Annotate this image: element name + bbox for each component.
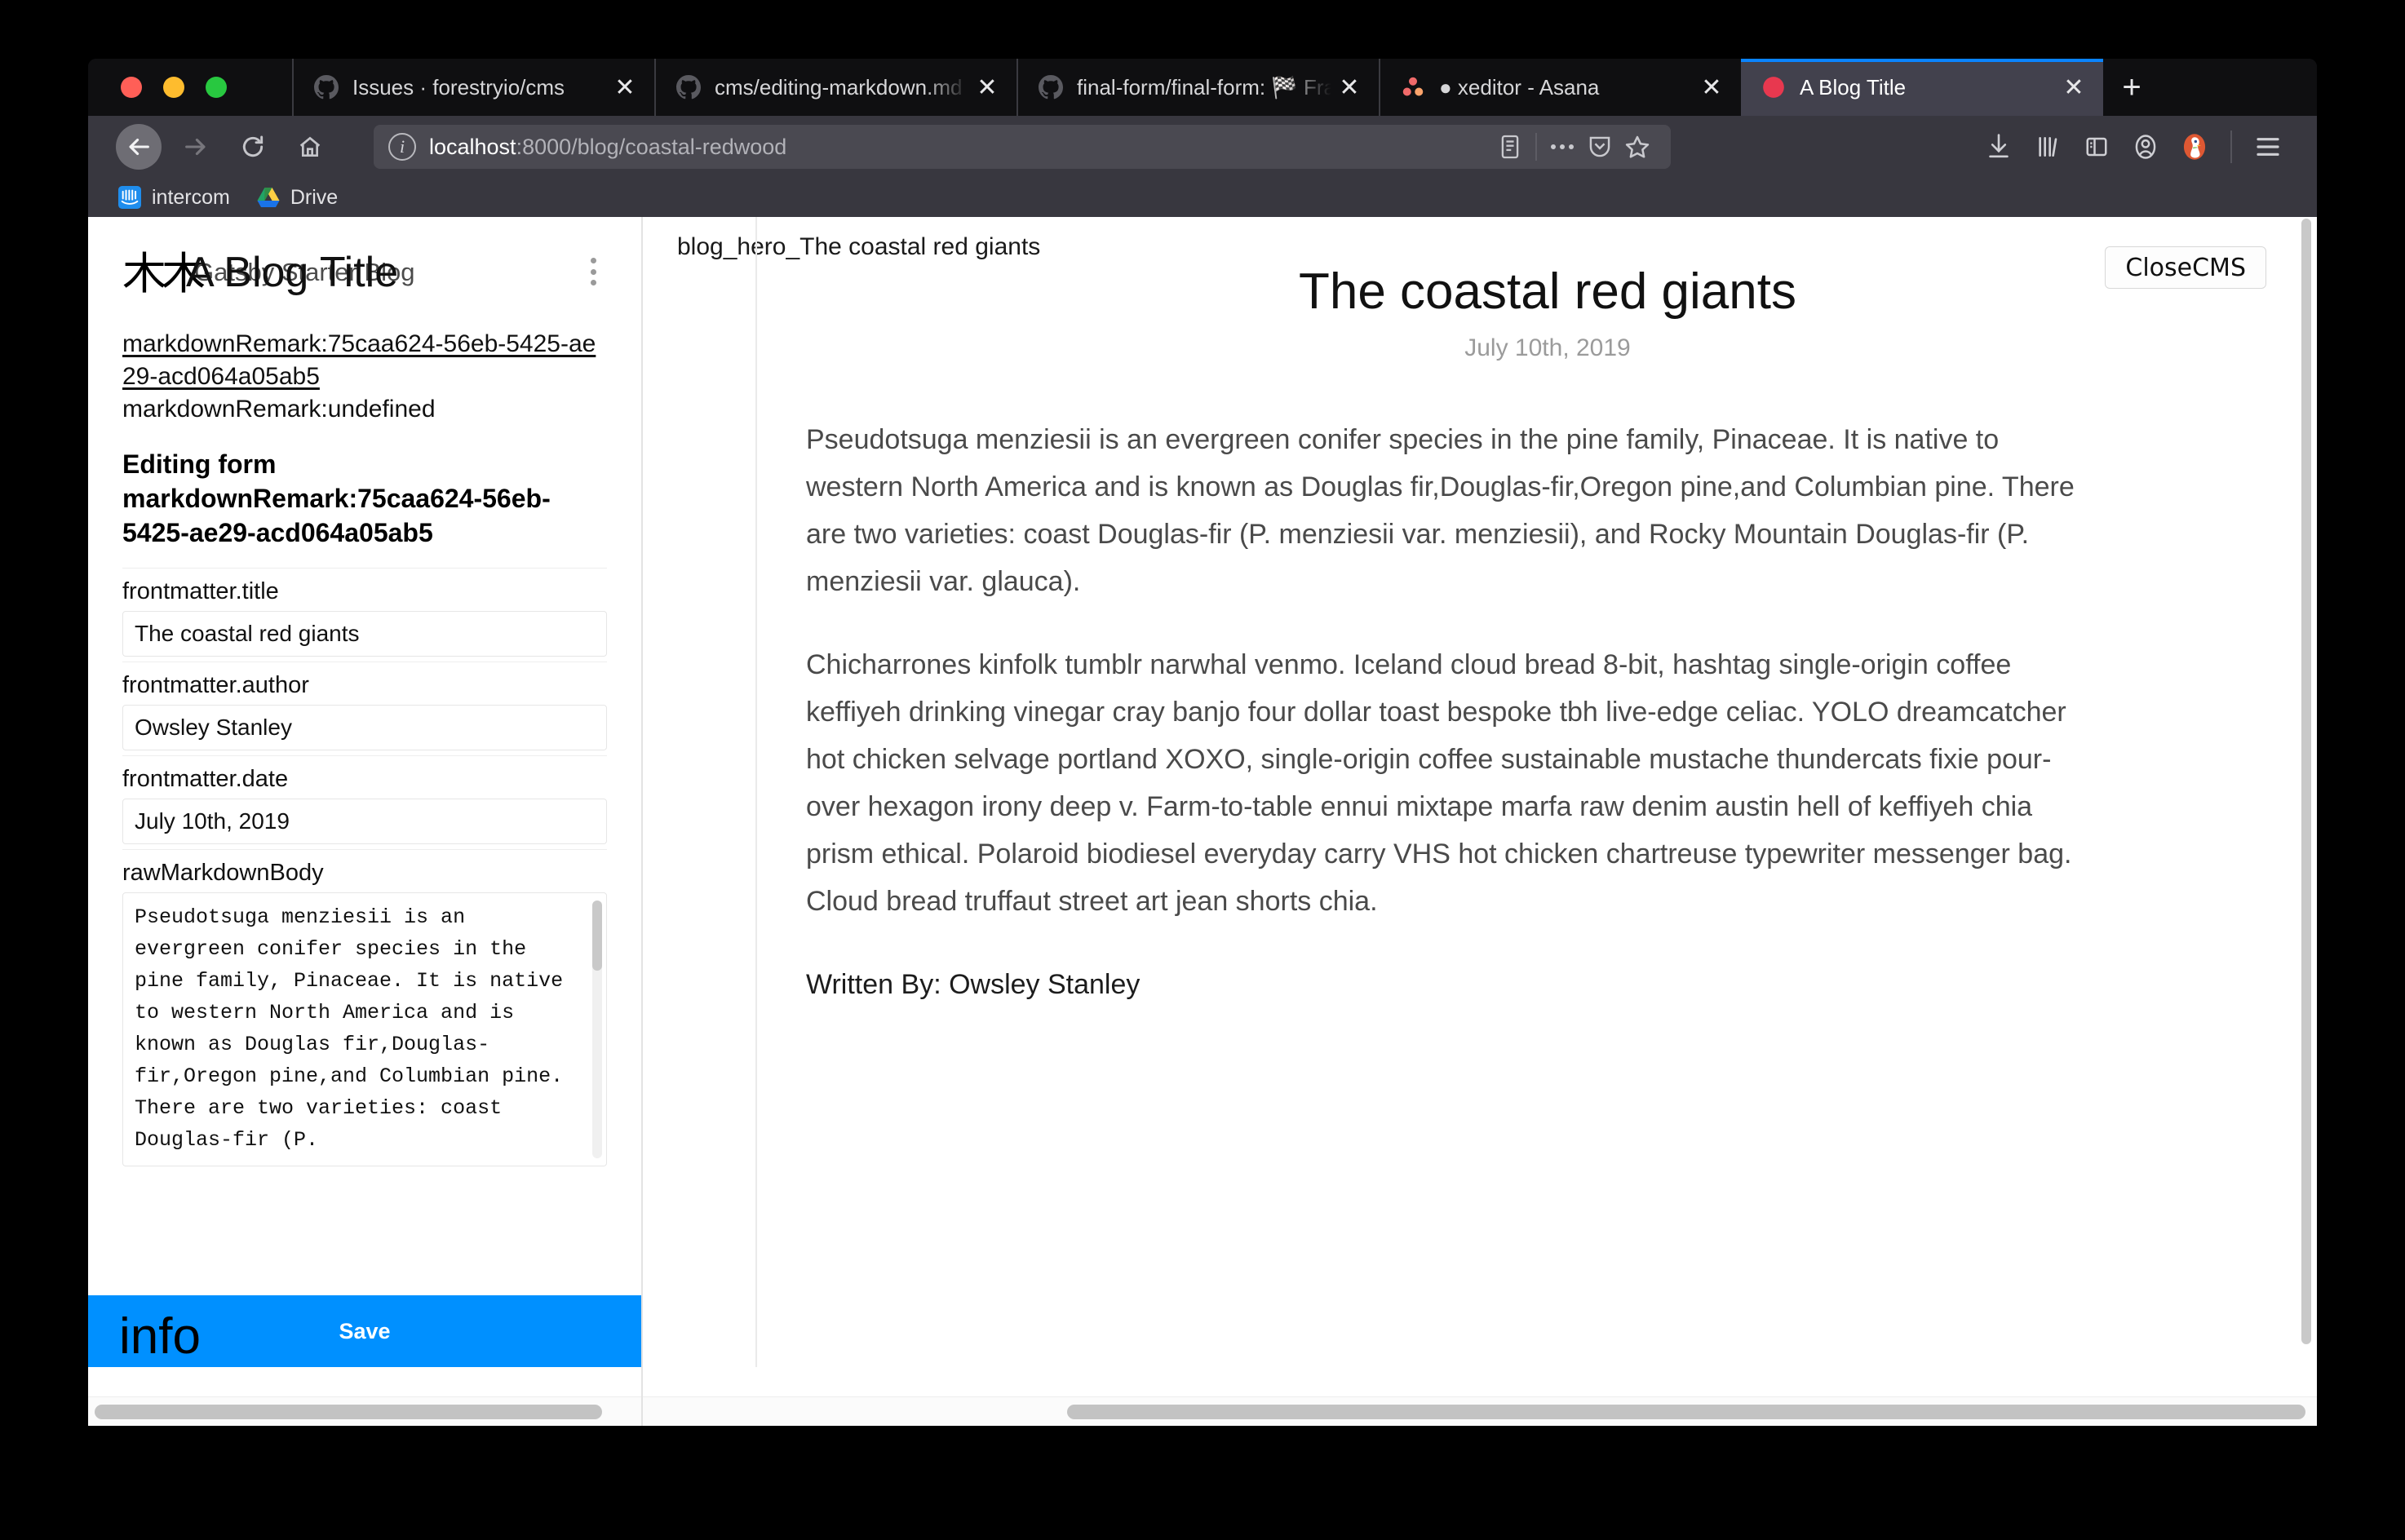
browser-tab-a-blog-title[interactable]: A Blog Title ✕ (1741, 59, 2103, 116)
close-icon[interactable]: ✕ (2056, 69, 2092, 105)
bookmark-label: Drive (290, 185, 339, 209)
bookmark-star-icon[interactable] (1619, 128, 1656, 166)
editing-form-heading-line3: 5425-ae29-acd064a05ab5 (122, 518, 433, 547)
url-bar[interactable]: i localhost:8000/blog/coastal-redwood (374, 125, 1671, 169)
red-dot-icon (1761, 74, 1787, 100)
account-icon[interactable] (2124, 126, 2167, 168)
duckduckgo-extension-icon[interactable] (2173, 126, 2216, 168)
bookmark-label: intercom (152, 185, 230, 209)
field-label-frontmatter-author: frontmatter.author (122, 662, 607, 705)
rawmarkdownbody-wrapper (122, 892, 607, 1170)
close-window-button[interactable] (121, 77, 142, 98)
kebab-menu-icon[interactable] (579, 253, 607, 290)
field-label-rawmarkdownbody: rawMarkdownBody (122, 849, 607, 892)
reload-button[interactable] (230, 124, 276, 170)
field-label-frontmatter-date: frontmatter.date (122, 755, 607, 799)
browser-tab-xeditor-asana[interactable]: ● xeditor - Asana ✕ (1379, 59, 1741, 116)
preview-scroll-area: blog_hero_The coastal red giants CloseCM… (643, 217, 2299, 1396)
page-info-icon[interactable]: i (388, 133, 416, 161)
article-date: July 10th, 2019 (1464, 334, 1631, 361)
page-viewport: 木木 Gatsby Starter Blog A Blog Title mark… (88, 217, 2317, 1426)
cms-sidebar: 木木 Gatsby Starter Blog A Blog Title mark… (88, 217, 643, 1426)
rawmarkdownbody-textarea[interactable] (122, 892, 607, 1166)
site-title: A Blog Title (186, 249, 399, 296)
tab-title: Issues · forestryio/cms (352, 74, 565, 100)
close-icon[interactable]: ✕ (607, 69, 643, 105)
frontmatter-date-input[interactable] (122, 799, 607, 844)
tab-title: final-form/final-form: 🏁 Framew (1077, 74, 1331, 100)
tab-title: ● xeditor - Asana (1439, 74, 1600, 100)
bookmark-intercom[interactable]: intercom (117, 185, 230, 210)
preview-pane: blog_hero_The coastal red giants CloseCM… (643, 217, 2317, 1426)
editing-form-heading-line2: markdownRemark:75caa624-56eb- (122, 484, 551, 513)
reader-view-icon[interactable] (1491, 128, 1529, 166)
info-text: info (119, 1308, 201, 1365)
cms-sidebar-content: 木木 Gatsby Starter Blog A Blog Title mark… (88, 217, 641, 1396)
app-menu-icon[interactable] (2247, 126, 2289, 168)
sidebar-icon[interactable] (2075, 126, 2118, 168)
preview-vertical-scrollbar[interactable] (2299, 217, 2314, 1396)
pocket-icon[interactable] (1581, 128, 1619, 166)
bookmark-drive[interactable]: Drive (256, 185, 338, 210)
forward-button[interactable] (173, 124, 219, 170)
tab-title: cms/editing-markdown.md at m (715, 74, 969, 100)
window-traffic-lights (88, 59, 292, 116)
back-button[interactable] (116, 124, 162, 170)
article-title: The coastal red giants (1298, 263, 1796, 320)
editing-form-heading-line1: Editing form (122, 449, 277, 479)
downloads-icon[interactable] (1978, 126, 2020, 168)
tab-strip: Issues · forestryio/cms ✕ cms/editing-ma… (88, 59, 2317, 116)
github-icon (675, 74, 702, 100)
article-byline: Written By: Owsley Stanley (806, 969, 1140, 1000)
field-label-frontmatter-title: frontmatter.title (122, 568, 607, 611)
close-icon[interactable]: ✕ (969, 69, 1005, 105)
toolbar-divider (2230, 131, 2232, 163)
toolbar-actions (1953, 126, 2289, 168)
preview-horizontal-scrollbar[interactable] (643, 1396, 2317, 1426)
frontmatter-author-input[interactable] (122, 705, 607, 750)
brand-stack: 木木 Gatsby Starter Blog A Blog Title (122, 249, 607, 303)
url-host: localhost (429, 134, 516, 159)
document-id-undefined: markdownRemark:undefined (122, 396, 436, 423)
new-tab-button[interactable]: + (2103, 59, 2160, 116)
google-drive-icon (256, 185, 281, 210)
more-options-icon[interactable] (1544, 128, 1581, 166)
browser-window: Issues · forestryio/cms ✕ cms/editing-ma… (88, 59, 2317, 1426)
article-paragraph: Chicharrones kinfolk tumblr narwhal venm… (806, 649, 2072, 917)
intercom-icon (117, 185, 142, 210)
minimize-window-button[interactable] (163, 77, 184, 98)
browser-tab-issues-forestryio-cms[interactable]: Issues · forestryio/cms ✕ (292, 59, 654, 116)
tab-title: A Blog Title (1800, 74, 1907, 100)
asana-icon (1400, 74, 1426, 100)
browser-tab-final-form[interactable]: final-form/final-form: 🏁 Framew ✕ (1016, 59, 1379, 116)
frontmatter-title-input[interactable] (122, 611, 607, 657)
url-path: :8000/blog/coastal-redwood (516, 134, 787, 159)
article: The coastal red giants July 10th, 2019 P… (755, 217, 2299, 1367)
library-icon[interactable] (2026, 126, 2069, 168)
github-icon (313, 74, 339, 100)
close-icon[interactable]: ✕ (1331, 69, 1367, 105)
sidebar-horizontal-scrollbar[interactable] (88, 1396, 641, 1426)
article-paragraph: Pseudotsuga menziesii is an evergreen co… (806, 424, 2075, 597)
document-id-link[interactable]: markdownRemark:75caa624-56eb-5425-ae29-a… (122, 328, 607, 393)
editing-form-heading: Editing form markdownRemark:75caa624-56e… (122, 447, 607, 550)
rawmarkdownbody-scrollbar[interactable] (592, 901, 602, 1158)
toolbar-divider (1535, 133, 1537, 161)
url-input[interactable]: localhost:8000/blog/coastal-redwood (429, 135, 1491, 160)
cms-header: 木木 Gatsby Starter Blog A Blog Title (88, 217, 641, 312)
cms-form-body: markdownRemark:75caa624-56eb- 5425-ae29-a… (88, 328, 641, 1170)
browser-tab-cms-editing-markdown[interactable]: cms/editing-markdown.md at m ✕ (654, 59, 1016, 116)
bookmarks-bar: intercom Drive (88, 178, 2317, 217)
github-icon (1038, 74, 1064, 100)
navigation-toolbar: i localhost:8000/blog/coastal-redwood (88, 116, 2317, 178)
home-button[interactable] (287, 124, 333, 170)
close-icon[interactable]: ✕ (1694, 69, 1730, 105)
maximize-window-button[interactable] (206, 77, 227, 98)
save-bar: Save info (88, 1295, 641, 1367)
